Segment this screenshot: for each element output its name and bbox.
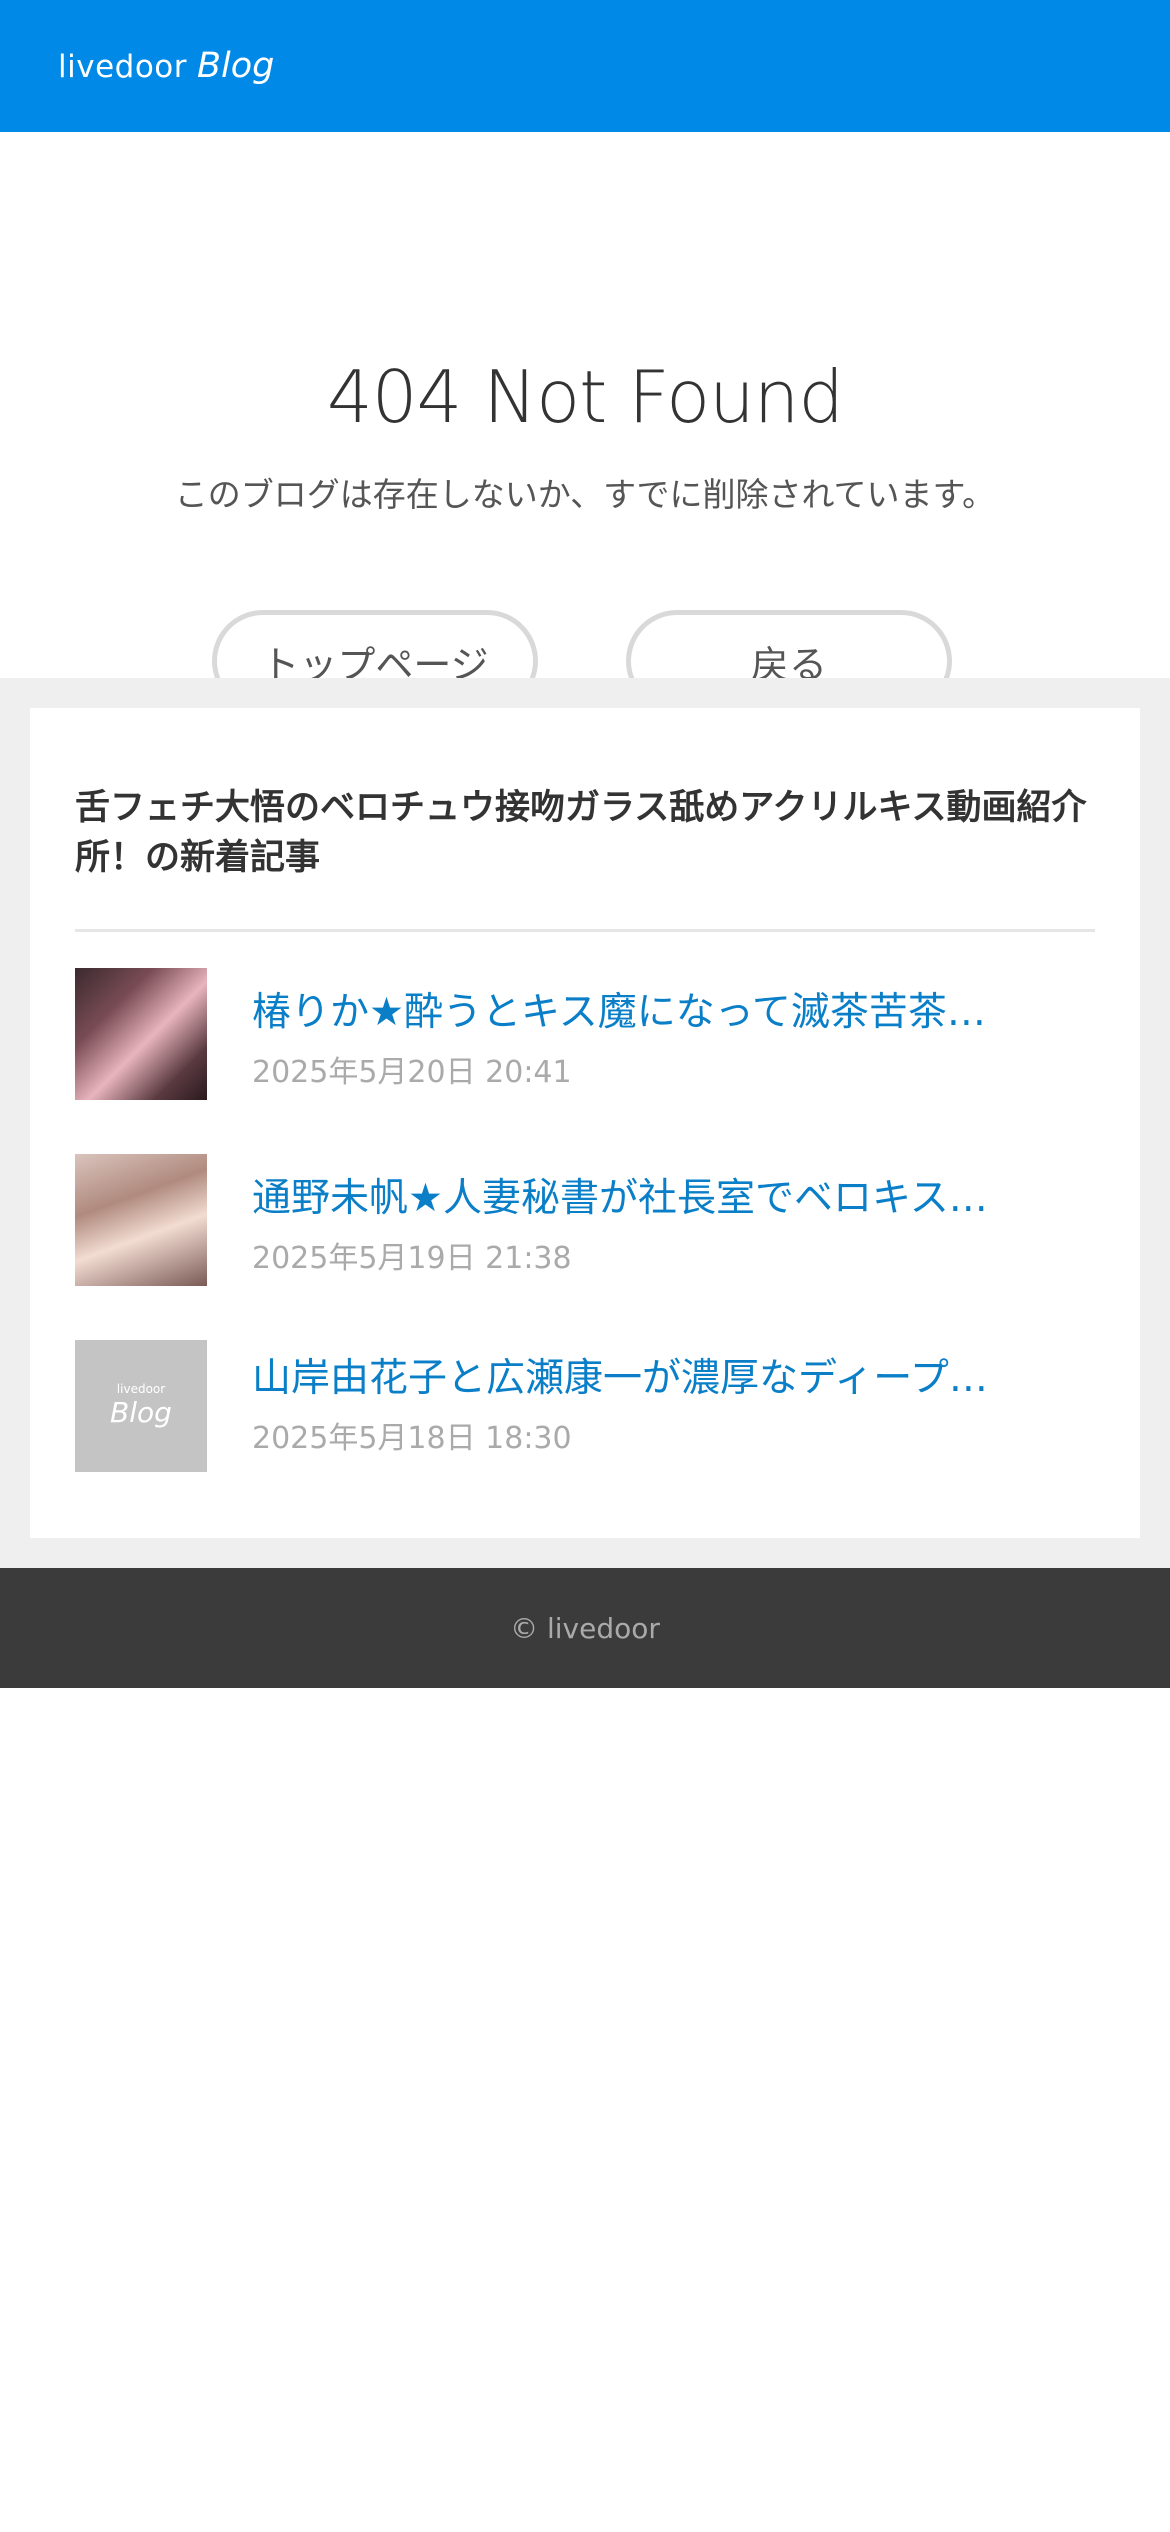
divider bbox=[75, 929, 1095, 932]
article-date: 2025年5月19日 21:38 bbox=[252, 1241, 572, 1276]
placeholder-livedoor-text: livedoor bbox=[116, 1382, 166, 1396]
article-thumbnail[interactable] bbox=[75, 968, 207, 1100]
logo-livedoor-text: livedoor bbox=[58, 49, 187, 85]
article-thumbnail-placeholder[interactable]: livedoor Blog bbox=[75, 1340, 207, 1472]
not-found-section: 404 Not Found このブログは存在しないか、すでに削除されています。 … bbox=[0, 132, 1170, 712]
article-title-link[interactable]: 椿りか★酔うとキス魔になって滅茶苦茶… bbox=[252, 988, 1072, 1038]
blog-recent-heading: 舌フェチ大悟のベロチュウ接吻ガラス舐めアクリルキス動画紹介所！の新着記事 bbox=[75, 788, 1087, 878]
error-title: 404 Not Found bbox=[326, 355, 844, 439]
article-item[interactable]: 椿りか★酔うとキス魔になって滅茶苦茶… 2025年5月20日 20:41 bbox=[75, 968, 1095, 1100]
recent-articles-card: 舌フェチ大悟のベロチュウ接吻ガラス舐めアクリルキス動画紹介所！の新着記事 椿りか… bbox=[30, 708, 1140, 1538]
recent-articles-section: 舌フェチ大悟のベロチュウ接吻ガラス舐めアクリルキス動画紹介所！の新着記事 椿りか… bbox=[0, 678, 1170, 1568]
placeholder-blog-text: Blog bbox=[110, 1396, 172, 1429]
site-footer: © livedoor bbox=[0, 1568, 1170, 1688]
article-date: 2025年5月18日 18:30 bbox=[252, 1421, 572, 1456]
article-title-link[interactable]: 山岸由花子と広瀬康一が濃厚なディープ… bbox=[252, 1354, 1072, 1404]
article-item[interactable]: 通野未帆★人妻秘書が社長室でベロキス… 2025年5月19日 21:38 bbox=[75, 1154, 1095, 1286]
article-item[interactable]: livedoor Blog 山岸由花子と広瀬康一が濃厚なディープ… 2025年5… bbox=[75, 1340, 1095, 1472]
article-thumbnail[interactable] bbox=[75, 1154, 207, 1286]
site-header: livedoor Blog bbox=[0, 0, 1170, 132]
article-title-link[interactable]: 通野未帆★人妻秘書が社長室でベロキス… bbox=[252, 1174, 1072, 1224]
livedoor-blog-logo[interactable]: livedoor Blog bbox=[58, 46, 274, 86]
logo-blog-text: Blog bbox=[197, 46, 275, 86]
copyright-text: © livedoor bbox=[510, 1611, 660, 1645]
error-message: このブログは存在しないか、すでに削除されています。 bbox=[174, 475, 996, 514]
article-date: 2025年5月20日 20:41 bbox=[252, 1055, 572, 1090]
